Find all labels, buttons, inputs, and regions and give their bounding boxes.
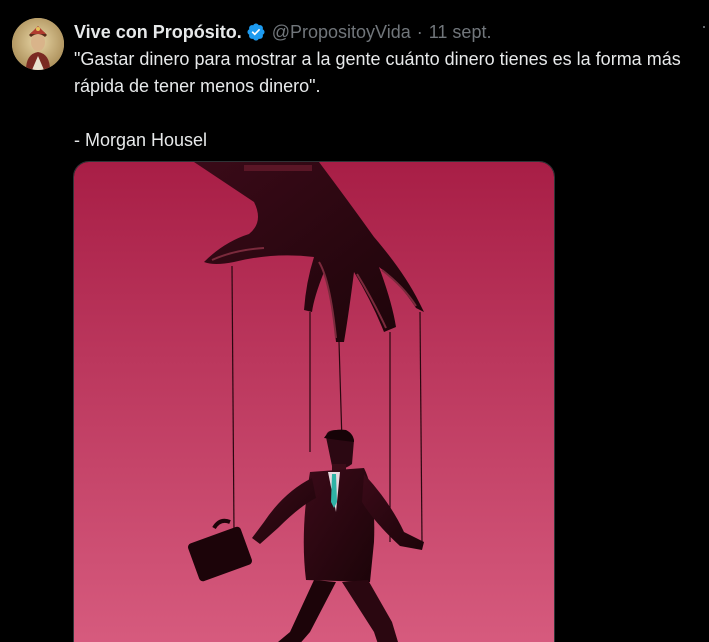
verified-badge-icon: [246, 22, 266, 42]
tweet-text-line: rápida de tener menos dinero".: [74, 76, 321, 96]
tweet-header: Vive con Propósito. @PropositoyVida · 11…: [74, 20, 709, 44]
tweet-text-line: - Morgan Housel: [74, 130, 208, 150]
puppet-businessman-illustration: [74, 162, 554, 642]
tweet-date[interactable]: 11 sept.: [429, 22, 492, 43]
tweet-card[interactable]: Vive con Propósito. @PropositoyVida · 11…: [0, 0, 709, 642]
more-options-icon[interactable]: ··: [701, 16, 709, 37]
display-name[interactable]: Vive con Propósito.: [74, 22, 242, 43]
avatar-portrait-image: [12, 18, 64, 70]
user-handle[interactable]: @PropositoyVida: [272, 22, 411, 43]
tweet-text-line: "Gastar dinero para mostrar a la gente c…: [74, 49, 681, 69]
tweet-media-image[interactable]: [73, 161, 555, 642]
separator-dot: ·: [416, 21, 423, 42]
avatar[interactable]: [12, 18, 64, 70]
tweet-text: "Gastar dinero para mostrar a la gente c…: [74, 46, 709, 154]
